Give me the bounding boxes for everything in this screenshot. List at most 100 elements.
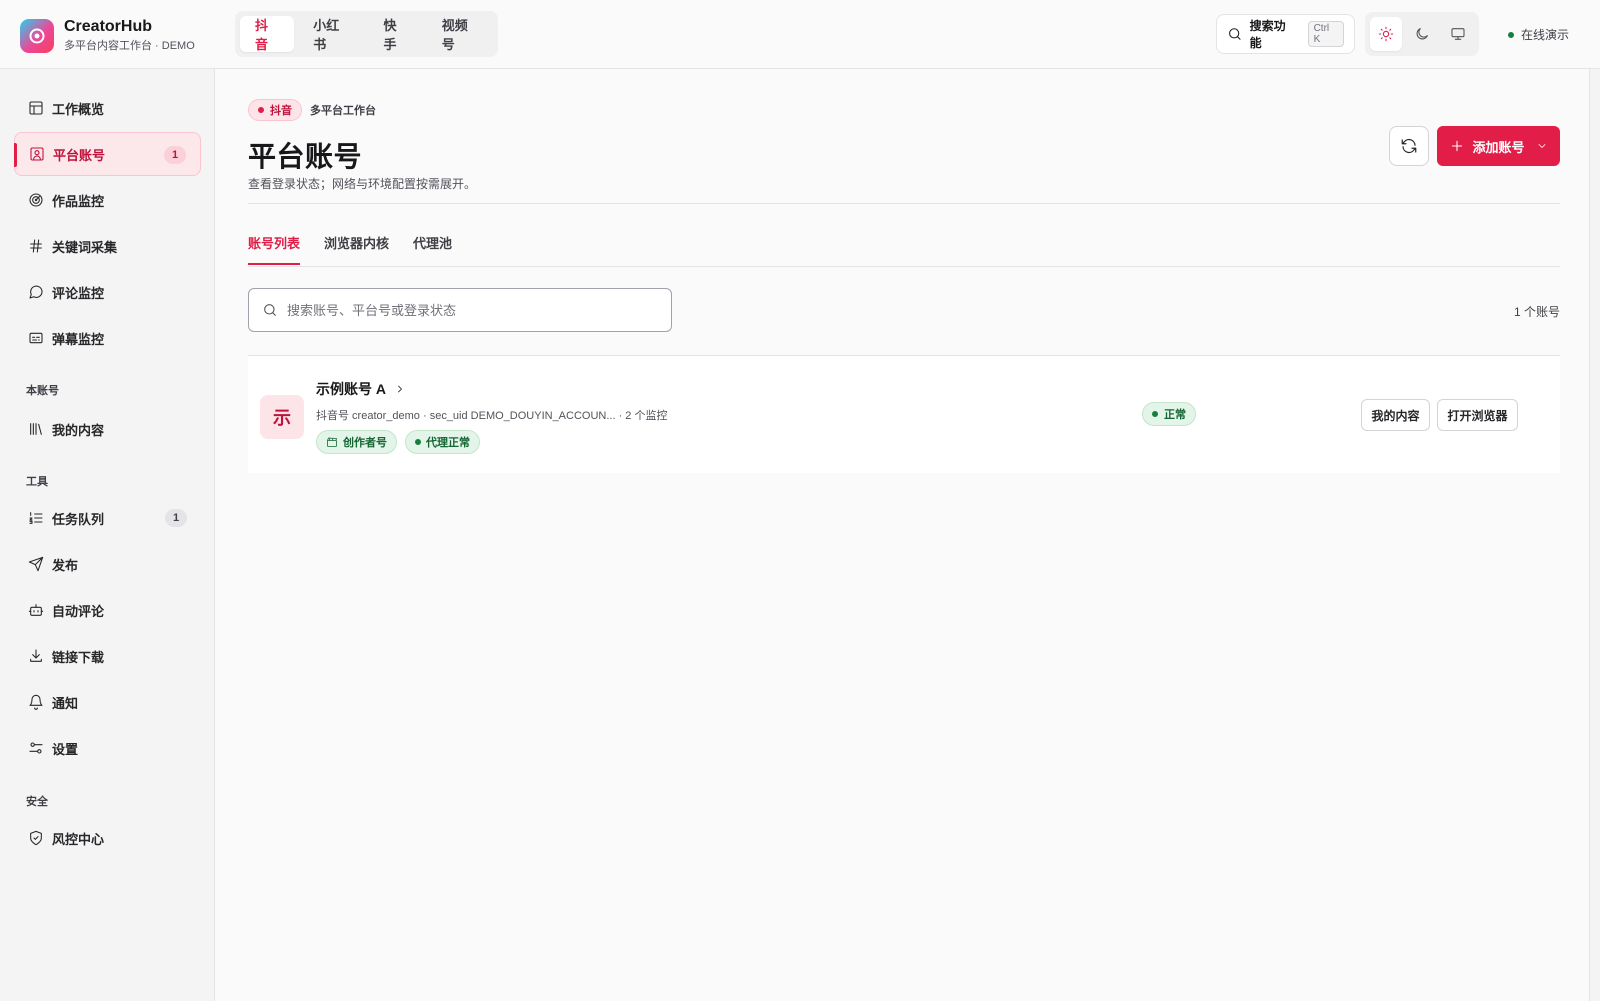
tag-label: 创作者号 <box>343 437 387 449</box>
sidebar-item-label: 工作概览 <box>52 101 105 117</box>
user-square-icon <box>30 147 44 161</box>
account-row[interactable]: 示 示例账号 A 抖音号 creator_demo · sec_uid DEMO… <box>248 356 1560 473</box>
layout-icon <box>29 101 43 115</box>
account-search-input[interactable] <box>287 302 657 318</box>
command-search-label: 搜索功能 <box>1249 19 1286 50</box>
sidebar-item-comment-monitor[interactable]: 评论监控 <box>14 270 201 314</box>
page-scrollbar[interactable] <box>1589 69 1600 1001</box>
sidebar-item-label: 任务队列 <box>52 511 105 527</box>
my-content-button[interactable]: 我的内容 <box>1361 399 1430 431</box>
sidebar-item-notifications[interactable]: 通知 <box>14 680 201 724</box>
search-icon <box>264 304 276 316</box>
shortcut-hint: Ctrl K <box>1307 21 1344 47</box>
account-search-box[interactable] <box>248 288 672 332</box>
search-icon <box>1229 28 1241 40</box>
online-dot <box>1508 31 1514 38</box>
clapperboard-icon <box>327 437 337 447</box>
breadcrumb: 抖音 多平台工作台 <box>248 99 376 121</box>
main-content: 抖音 多平台工作台 平台账号 查看登录状态；网络与环境配置按需展开。 添加账号 … <box>216 69 1600 1001</box>
chevron-down-icon <box>1538 144 1545 148</box>
refresh-icon <box>1401 138 1417 154</box>
platform-tabs: 抖音 小红书 快手 视频号 <box>235 11 498 57</box>
sidebar-item-auto-comment[interactable]: 自动评论 <box>14 588 201 632</box>
sidebar-item-keyword-collect[interactable]: 关键词采集 <box>14 224 201 268</box>
sidebar-item-label: 平台账号 <box>53 147 106 163</box>
sidebar-item-label: 发布 <box>52 557 79 573</box>
add-account-label: 添加账号 <box>1472 139 1525 155</box>
account-name-link[interactable]: 示例账号 A <box>316 379 406 399</box>
sliders-icon <box>29 742 43 754</box>
list-ordered-icon <box>29 512 43 524</box>
brand-logo-icon <box>20 18 54 53</box>
sidebar-item-settings[interactable]: 设置 <box>14 726 201 770</box>
sidebar-item-my-content[interactable]: 我的内容 <box>14 407 201 451</box>
radar-icon <box>29 193 43 207</box>
header-divider <box>248 203 1560 204</box>
sidebar-item-label: 自动评论 <box>52 603 105 619</box>
platform-tab-kuaishou[interactable]: 快手 <box>369 16 423 52</box>
proxy-dot <box>415 439 421 445</box>
hash-icon <box>30 239 42 253</box>
proxy-tag: 代理正常 <box>405 430 480 454</box>
brand[interactable]: CreatorHub 多平台内容工作台 · DEMO <box>20 17 195 54</box>
sidebar-item-link-download[interactable]: 链接下载 <box>14 634 201 678</box>
command-search-button[interactable]: 搜索功能 Ctrl K <box>1216 14 1355 54</box>
plus-icon <box>1452 140 1463 152</box>
sidebar-item-publish[interactable]: 发布 <box>14 542 201 586</box>
breadcrumb-label: 多平台工作台 <box>310 105 376 117</box>
platform-tab-douyin[interactable]: 抖音 <box>240 16 295 52</box>
online-status: 在线演示 <box>1508 26 1569 43</box>
top-header: CreatorHub 多平台内容工作台 · DEMO 抖音 小红书 快手 视频号… <box>0 0 1600 69</box>
account-tabs: 账号列表 浏览器内核 代理池 <box>248 233 452 265</box>
sidebar-item-danmaku-monitor[interactable]: 弹幕监控 <box>14 316 201 360</box>
tab-account-list[interactable]: 账号列表 <box>248 233 301 265</box>
add-account-button[interactable]: 添加账号 <box>1437 126 1560 166</box>
send-icon <box>28 556 44 572</box>
tag-label: 代理正常 <box>426 437 470 449</box>
sidebar-section-security: 安全 <box>26 796 48 808</box>
account-avatar: 示 <box>260 395 304 439</box>
sidebar-item-works-monitor[interactable]: 作品监控 <box>14 178 201 222</box>
sidebar-item-risk-center[interactable]: 风控中心 <box>14 816 201 860</box>
subtitles-icon <box>29 332 43 344</box>
sidebar-item-label: 通知 <box>52 695 79 711</box>
tab-browser-core[interactable]: 浏览器内核 <box>324 233 389 264</box>
light-theme-button[interactable] <box>1370 17 1402 51</box>
sidebar-item-label: 关键词采集 <box>52 239 118 255</box>
sidebar-item-platform-accounts[interactable]: 平台账号 1 <box>14 132 201 176</box>
dark-theme-button[interactable] <box>1406 17 1438 51</box>
tabs-divider <box>248 266 1560 267</box>
open-browser-button[interactable]: 打开浏览器 <box>1437 399 1518 431</box>
platform-tab-shipinhao[interactable]: 视频号 <box>427 16 493 52</box>
login-status-badge: 正常 <box>1142 402 1196 426</box>
account-tags: 创作者号 代理正常 <box>316 430 480 454</box>
download-icon <box>30 649 42 662</box>
refresh-button[interactable] <box>1389 126 1429 166</box>
system-theme-button[interactable] <box>1442 17 1474 51</box>
platform-badge-label: 抖音 <box>270 105 292 117</box>
account-meta: 抖音号 creator_demo · sec_uid DEMO_DOUYIN_A… <box>316 410 668 422</box>
bot-icon <box>28 604 44 616</box>
sidebar-section-tools: 工具 <box>26 476 48 488</box>
theme-switcher <box>1365 12 1479 56</box>
shield-check-icon <box>30 830 42 846</box>
count-badge: 1 <box>164 146 186 164</box>
sidebar-item-label: 风控中心 <box>52 831 105 847</box>
bell-icon <box>29 694 43 710</box>
platform-badge: 抖音 <box>248 99 302 121</box>
moon-icon <box>1416 28 1428 40</box>
sidebar-item-label: 弹幕监控 <box>52 331 105 347</box>
count-badge: 1 <box>165 509 187 527</box>
brand-subtitle: 多平台内容工作台 · DEMO <box>64 40 195 52</box>
status-label: 正常 <box>1164 409 1186 421</box>
message-circle-icon <box>29 285 43 299</box>
monitor-icon <box>1451 28 1465 40</box>
page-description: 查看登录状态；网络与环境配置按需展开。 <box>248 177 477 191</box>
tab-proxy-pool[interactable]: 代理池 <box>413 233 452 264</box>
sidebar: 工作概览 平台账号 1 作品监控 关键词采集 评论监控 弹幕监控 本账号 我的内… <box>0 69 215 1001</box>
sidebar-item-label: 评论监控 <box>52 285 105 301</box>
sidebar-item-overview[interactable]: 工作概览 <box>14 86 201 130</box>
sidebar-item-task-queue[interactable]: 任务队列 1 <box>14 496 201 540</box>
platform-tab-xiaohongshu[interactable]: 小红书 <box>298 16 364 52</box>
sidebar-item-label: 设置 <box>52 741 79 757</box>
